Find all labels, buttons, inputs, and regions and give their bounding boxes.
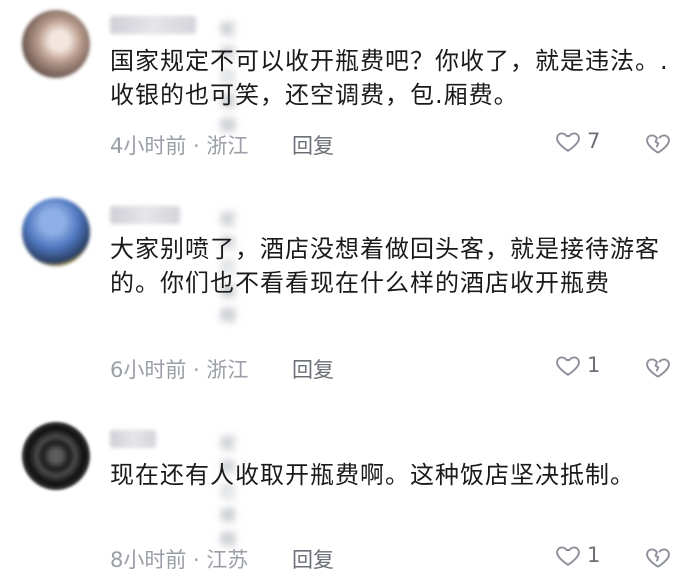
- reply-button[interactable]: 回复: [292, 130, 334, 160]
- heart-icon: [556, 356, 580, 376]
- comment-meta: 6小时前 · 浙江: [110, 358, 249, 382]
- like-button[interactable]: 1: [555, 542, 600, 568]
- like-button[interactable]: 7: [555, 128, 600, 154]
- avatar[interactable]: [22, 422, 90, 490]
- broken-heart-icon[interactable]: [645, 544, 671, 570]
- heart-icon: [556, 132, 580, 152]
- reply-button[interactable]: 回复: [292, 354, 334, 384]
- comment-meta: 4小时前 · 浙江: [110, 134, 249, 158]
- like-count: 1: [587, 353, 601, 377]
- avatar[interactable]: [22, 10, 90, 78]
- author-name[interactable]: 昵称已模糊: [110, 206, 236, 325]
- author-name[interactable]: 昵称已模糊: [110, 16, 236, 135]
- like-count: 7: [587, 129, 601, 153]
- comment-meta: 8小时前 · 江苏: [110, 548, 249, 572]
- broken-heart-icon[interactable]: [645, 130, 671, 156]
- broken-heart-icon[interactable]: [645, 354, 671, 380]
- comment-text: 大家别喷了，酒店没想着做回头客，就是接待游客的。你们也不看看现在什么样的酒店收开…: [110, 235, 660, 297]
- like-count: 1: [587, 543, 601, 567]
- heart-icon: [556, 546, 580, 566]
- reply-button[interactable]: 回复: [292, 544, 334, 574]
- comment-text: 现在还有人收取开瓶费啊。这种饭店坚决抵制。: [110, 461, 635, 489]
- avatar[interactable]: [22, 198, 90, 266]
- like-button[interactable]: 1: [555, 352, 600, 378]
- author-name[interactable]: 昵称已模糊: [110, 430, 236, 549]
- comment-text: 国家规定不可以收开瓶费吧？你收了，就是违法。.收银的也可笑，还空调费，包.厢费。: [110, 47, 669, 109]
